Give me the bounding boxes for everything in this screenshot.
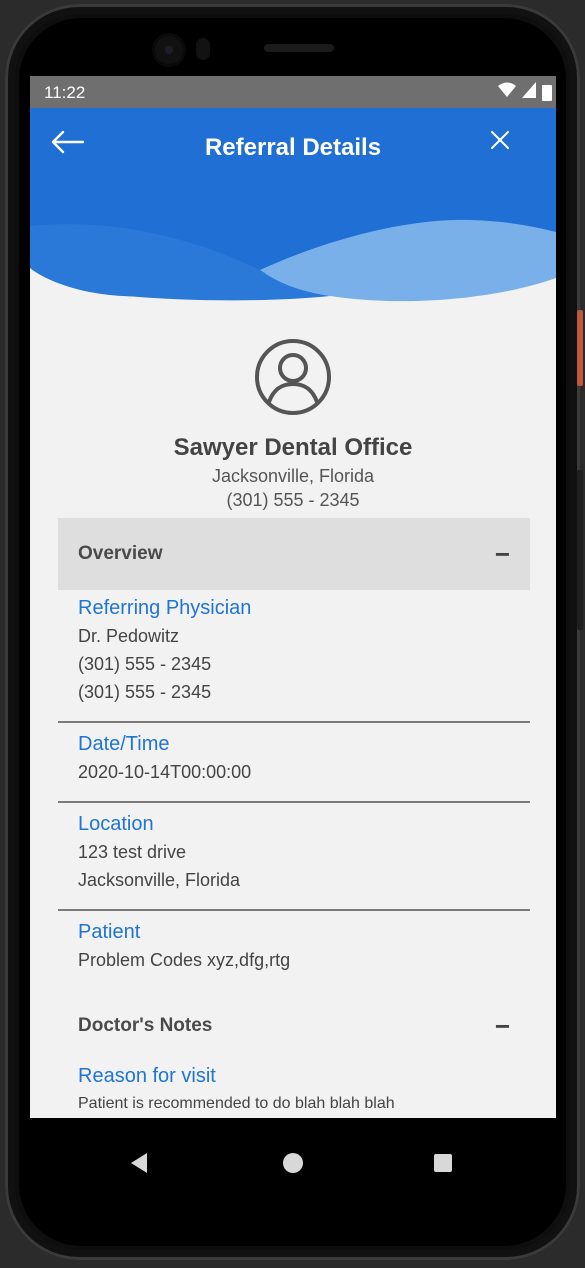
patient-label: Patient bbox=[78, 921, 141, 943]
doctors-notes-title: Doctor's Notes bbox=[78, 1015, 213, 1036]
overview-title: Overview bbox=[78, 543, 163, 564]
office-phone[interactable]: (301) 555 - 2345 bbox=[30, 490, 556, 511]
divider bbox=[58, 801, 530, 803]
status-time: 11:22 bbox=[44, 83, 86, 102]
close-icon bbox=[491, 131, 509, 149]
reason-for-visit-field: Reason for visit Patient is recommended … bbox=[78, 1062, 530, 1118]
nav-home-button[interactable] bbox=[278, 1148, 308, 1178]
patient-value: Problem Codes xyz,dfg,rtg bbox=[78, 950, 291, 970]
location-line-1: 123 test drive bbox=[78, 842, 187, 862]
reason-value: Patient is recommended to do blah blah b… bbox=[78, 1095, 395, 1112]
office-name: Sawyer Dental Office bbox=[173, 434, 413, 461]
app-header: Referral Details bbox=[30, 108, 556, 306]
doctors-notes-section-header[interactable]: Doctor's Notes − bbox=[58, 990, 530, 1062]
page-title: Referral Details bbox=[204, 134, 382, 161]
date-time-field: Date/Time 2020-10-14T00:00:00 bbox=[78, 730, 530, 786]
app-screen: 11:22 Referral Details Sawyer Dental Off… bbox=[30, 76, 556, 1118]
battery-icon bbox=[542, 84, 552, 101]
divider bbox=[58, 721, 530, 723]
date-time-label: Date/Time bbox=[78, 733, 170, 755]
signal-icon bbox=[522, 82, 536, 103]
earpiece-speaker bbox=[264, 44, 334, 52]
location-field: Location 123 test drive Jacksonville, Fl… bbox=[78, 810, 530, 894]
status-icons bbox=[498, 82, 552, 103]
close-button[interactable] bbox=[490, 130, 530, 170]
volume-button bbox=[577, 470, 583, 630]
patient-field: Patient Problem Codes xyz,dfg,rtg bbox=[78, 918, 530, 974]
physician-phone-1[interactable]: (301) 555 - 2345 bbox=[78, 650, 530, 678]
nav-home-icon bbox=[283, 1153, 303, 1173]
location-label: Location bbox=[78, 813, 154, 835]
nav-recent-button[interactable] bbox=[428, 1148, 458, 1178]
power-button bbox=[577, 310, 583, 386]
divider bbox=[58, 909, 530, 911]
physician-phone-2[interactable]: (301) 555 - 2345 bbox=[78, 678, 530, 706]
overview-section-header[interactable]: Overview − bbox=[58, 518, 530, 590]
nav-recent-icon bbox=[434, 1154, 452, 1172]
office-city: Jacksonville, Florida bbox=[211, 466, 375, 486]
proximity-sensor bbox=[196, 38, 210, 60]
system-nav-bar bbox=[30, 1118, 556, 1212]
referring-physician-field: Referring Physician Dr. Pedowitz (301) 5… bbox=[78, 594, 530, 706]
nav-back-icon bbox=[131, 1153, 147, 1173]
collapse-icon[interactable]: − bbox=[495, 541, 510, 567]
date-time-value: 2020-10-14T00:00:00 bbox=[78, 762, 252, 782]
user-circle-icon bbox=[255, 339, 331, 415]
wifi-icon bbox=[498, 82, 516, 103]
referring-physician-label: Referring Physician bbox=[78, 597, 252, 619]
front-camera bbox=[155, 36, 183, 64]
location-line-2: Jacksonville, Florida bbox=[78, 870, 241, 890]
collapse-icon[interactable]: − bbox=[495, 1013, 510, 1039]
nav-back-button[interactable] bbox=[124, 1148, 154, 1178]
reason-label: Reason for visit bbox=[78, 1065, 216, 1087]
physician-name: Dr. Pedowitz bbox=[78, 626, 180, 646]
status-bar: 11:22 bbox=[30, 76, 556, 108]
